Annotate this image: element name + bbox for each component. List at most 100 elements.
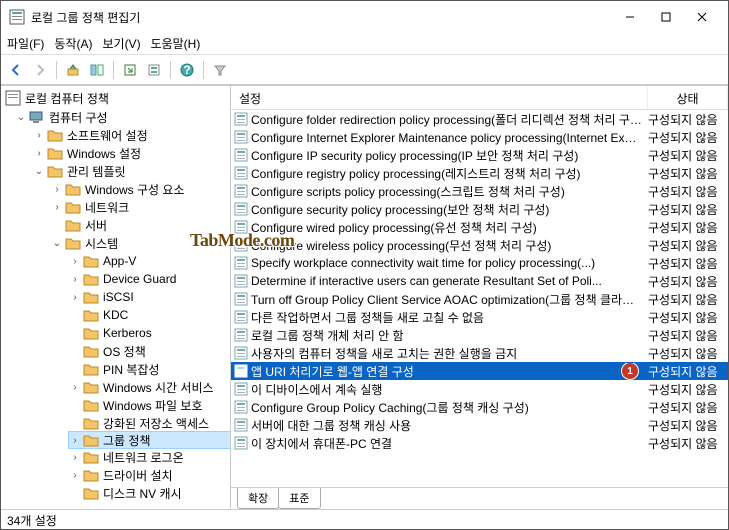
tree-item-system[interactable]: ⌄시스템: [51, 234, 230, 252]
tree-pane[interactable]: 로컬 컴퓨터 정책 ⌄ 컴퓨터 구성 › 소프트웨어 설정 › Windows 설정…: [1, 86, 231, 509]
close-button[interactable]: [684, 3, 720, 31]
tab-extended[interactable]: 확장: [237, 488, 279, 509]
list-row[interactable]: Turn off Group Policy Client Service AOA…: [231, 290, 728, 308]
setting-icon: [231, 202, 251, 216]
tree-item[interactable]: › Windows 설정: [33, 144, 230, 162]
list-row[interactable]: Specify workplace connectivity wait time…: [231, 254, 728, 272]
expand-icon[interactable]: ›: [69, 381, 81, 393]
setting-label: 로컬 그룹 정책 개체 처리 안 함: [251, 327, 648, 344]
tree-item[interactable]: ›네트워크: [51, 198, 230, 216]
list-row[interactable]: Configure registry policy processing(레지스…: [231, 164, 728, 182]
tree-item-driver-install[interactable]: ›드라이버 설치: [69, 466, 230, 484]
expand-icon[interactable]: ›: [51, 201, 63, 213]
state-label: 구성되지 않음: [648, 255, 728, 272]
expand-icon[interactable]: ›: [69, 255, 81, 267]
tree-item-windows-file-protection[interactable]: Windows 파일 보호: [69, 396, 230, 414]
menu-file[interactable]: 파일(F): [7, 35, 44, 52]
expand-icon[interactable]: ›: [33, 129, 45, 141]
tree-item-truncated[interactable]: 디스크 NV 캐시: [69, 484, 230, 502]
folder-icon: [83, 343, 99, 359]
tree-item-iscsi[interactable]: ›iSCSI: [69, 288, 230, 306]
tree-item-kdc[interactable]: KDC: [69, 306, 230, 324]
state-label: 구성되지 않음: [648, 237, 728, 254]
list-row[interactable]: 이 디바이스에서 계속 실행구성되지 않음: [231, 380, 728, 398]
list-body[interactable]: Configure folder redirection policy proc…: [231, 110, 728, 487]
up-button[interactable]: [62, 59, 84, 81]
tree-item-admin-templates[interactable]: ⌄관리 템플릿: [33, 162, 230, 180]
folder-icon: [83, 271, 99, 287]
expand-icon[interactable]: ›: [69, 469, 81, 481]
list-row[interactable]: Configure scripts policy processing(스크립트…: [231, 182, 728, 200]
list-row[interactable]: Configure wired policy processing(유선 정책 …: [231, 218, 728, 236]
tree-item-net-logon[interactable]: ›네트워크 로그온: [69, 448, 230, 466]
list-pane: 설정 상태 Configure folder redirection polic…: [231, 86, 728, 509]
setting-label: Specify workplace connectivity wait time…: [251, 256, 648, 270]
menu-bar: 파일(F) 동작(A) 보기(V) 도움말(H): [1, 33, 728, 55]
tab-standard[interactable]: 표준: [278, 488, 320, 509]
state-label: 구성되지 않음: [648, 129, 728, 146]
setting-label: Configure registry policy processing(레지스…: [251, 165, 648, 182]
list-row[interactable]: 서버에 대한 그룹 정책 캐싱 사용구성되지 않음: [231, 416, 728, 434]
tree-item-device-guard[interactable]: ›Device Guard: [69, 270, 230, 288]
state-label: 구성되지 않음: [648, 435, 728, 452]
tree-root[interactable]: 로컬 컴퓨터 정책: [1, 88, 230, 108]
refresh-button[interactable]: [143, 59, 165, 81]
expand-icon[interactable]: ›: [51, 183, 63, 195]
back-button[interactable]: [5, 59, 27, 81]
state-label: 구성되지 않음: [648, 165, 728, 182]
filter-button[interactable]: [209, 59, 231, 81]
help-button[interactable]: ?: [176, 59, 198, 81]
expand-icon[interactable]: ›: [69, 451, 81, 463]
list-row[interactable]: Configure folder redirection policy proc…: [231, 110, 728, 128]
tree-item[interactable]: 서버: [51, 216, 230, 234]
tree-item-os-policies[interactable]: OS 정책: [69, 342, 230, 360]
list-row[interactable]: Configure security policy processing(보안 …: [231, 200, 728, 218]
tree-item[interactable]: ›Windows 구성 요소: [51, 180, 230, 198]
list-row[interactable]: 이 장치에서 휴대폰-PC 연결구성되지 않음: [231, 434, 728, 452]
column-setting[interactable]: 설정: [231, 86, 648, 109]
expand-icon[interactable]: ›: [69, 273, 81, 285]
tree-label: Windows 설정: [67, 145, 141, 162]
tree-item-appv[interactable]: › App-V: [69, 252, 230, 270]
collapse-icon[interactable]: ⌄: [51, 237, 63, 249]
list-row[interactable]: 다른 작업하면서 그룹 정책들 새로 고칠 수 없음구성되지 않음: [231, 308, 728, 326]
list-row[interactable]: 앱 URI 처리기로 웹-앱 연결 구성1구성되지 않음: [231, 362, 728, 380]
expand-icon[interactable]: ›: [69, 434, 81, 446]
tree-item-kerberos[interactable]: Kerberos: [69, 324, 230, 342]
column-state[interactable]: 상태: [648, 86, 728, 109]
tree-label: App-V: [103, 254, 136, 268]
tree-item[interactable]: › 소프트웨어 설정: [33, 126, 230, 144]
setting-label: Configure folder redirection policy proc…: [251, 111, 648, 128]
list-row[interactable]: Configure Group Policy Caching(그룹 정책 캐싱 …: [231, 398, 728, 416]
state-label: 구성되지 않음: [648, 273, 728, 290]
setting-label: Configure Group Policy Caching(그룹 정책 캐싱 …: [251, 399, 648, 416]
show-hide-tree-button[interactable]: [86, 59, 108, 81]
tree-item-pin-complexity[interactable]: PIN 복잡성: [69, 360, 230, 378]
list-row[interactable]: Configure IP security policy processing(…: [231, 146, 728, 164]
list-row[interactable]: Configure wireless policy processing(무선 …: [231, 236, 728, 254]
menu-view[interactable]: 보기(V): [102, 35, 140, 52]
tree-item-enhanced-storage[interactable]: 강화된 저장소 액세스: [69, 414, 230, 432]
minimize-button[interactable]: [612, 3, 648, 31]
state-label: 구성되지 않음: [648, 417, 728, 434]
list-row[interactable]: 사용자의 컴퓨터 정책을 새로 고치는 권한 실행을 금지구성되지 않음: [231, 344, 728, 362]
list-row[interactable]: Determine if interactive users can gener…: [231, 272, 728, 290]
list-row[interactable]: 로컬 그룹 정책 개체 처리 안 함구성되지 않음: [231, 326, 728, 344]
state-label: 구성되지 않음: [648, 399, 728, 416]
tree-label: Kerberos: [103, 326, 152, 340]
collapse-icon[interactable]: ⌄: [33, 165, 45, 177]
menu-help[interactable]: 도움말(H): [151, 35, 201, 52]
list-row[interactable]: Configure Internet Explorer Maintenance …: [231, 128, 728, 146]
folder-icon: [83, 289, 99, 305]
tree-item-computer-config[interactable]: ⌄ 컴퓨터 구성: [15, 108, 230, 126]
collapse-icon[interactable]: ⌄: [15, 111, 27, 123]
tree-item-windows-time-service[interactable]: ›Windows 시간 서비스: [69, 378, 230, 396]
menu-action[interactable]: 동작(A): [54, 35, 92, 52]
maximize-button[interactable]: [648, 3, 684, 31]
expand-icon[interactable]: ›: [69, 291, 81, 303]
tree-item-group-policy[interactable]: ›그룹 정책: [68, 431, 231, 449]
tree-label: 소프트웨어 설정: [67, 127, 148, 144]
setting-icon: [231, 184, 251, 198]
expand-icon[interactable]: ›: [33, 147, 45, 159]
export-button[interactable]: [119, 59, 141, 81]
